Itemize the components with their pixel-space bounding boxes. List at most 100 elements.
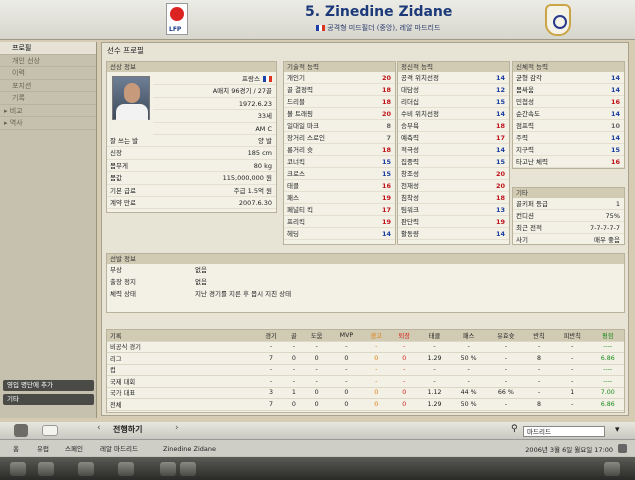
continue-icon[interactable] [618, 444, 627, 453]
mail-icon[interactable] [42, 425, 58, 436]
stats-cell: 전체 [107, 398, 257, 411]
stats-cell: - [486, 364, 526, 376]
attribute-value: 15 [381, 170, 391, 178]
exit-icon[interactable] [604, 462, 620, 476]
attribute-value: 19 [381, 194, 391, 202]
attribute-value: 8 [386, 122, 391, 130]
stats-header[interactable]: 태클 [418, 330, 451, 342]
attribute-label: 민첩성 [516, 98, 534, 106]
attribute-row: 장거리 스로인 7 [284, 132, 395, 144]
stats-cell: ---- [591, 341, 624, 353]
sidebar-item[interactable]: ▸ 비교 [0, 105, 96, 117]
attribute-row: 창조성 20 [398, 168, 509, 180]
attribute-row: 점프력 10 [513, 120, 624, 132]
stats-header[interactable]: 패스 [450, 330, 487, 342]
sidebar-item[interactable]: 이력 [0, 67, 96, 80]
attribute-row: 예측력 17 [398, 132, 509, 144]
calendar-icon[interactable] [160, 462, 176, 476]
profile-panel: 선수 프로필 선상 정보 프랑스 A매치 96경기 / 27골 1972.6.23 3… [101, 42, 629, 416]
add-shortlist-button[interactable]: 영입 명단에 추가 [3, 380, 94, 391]
more-button[interactable]: 기타 [3, 394, 94, 405]
attribute-label: 창조성 [401, 170, 419, 178]
breadcrumb-item[interactable]: 레알 마드리드 [97, 444, 141, 454]
breadcrumb-item[interactable]: 스페인 [62, 444, 86, 454]
attribute-value: 18 [381, 146, 391, 154]
stats-header[interactable]: 경고 [362, 330, 391, 342]
stats-header[interactable]: 도움 [302, 330, 331, 342]
sidebar-item[interactable]: ▸ 역사 [0, 117, 96, 130]
panel-title: 선수 프로필 [107, 46, 144, 55]
attribute-row: 사기 매우 좋음 [513, 234, 624, 246]
stats-cell: 7.00 [591, 387, 624, 399]
attribute-row: 침착성 18 [398, 192, 509, 204]
selection-label: 부상 [110, 266, 122, 274]
stats-header[interactable]: 피반칙 [553, 330, 592, 342]
league-logo: LFP [166, 3, 188, 35]
stats-cell: 8 [525, 352, 554, 365]
stats-header[interactable]: 경기 [257, 330, 286, 342]
attribute-row: 일대일 마크 8 [284, 120, 395, 132]
attribute-value: 7-7-7-7-7 [589, 224, 620, 232]
team-icon[interactable] [38, 462, 54, 476]
stats-header[interactable]: 반칙 [525, 330, 554, 342]
continue-button[interactable]: 전행하기 [110, 425, 145, 435]
technical-box: 기술적 능력 개인기 20 골 결정력 18 드리블 18 볼 트래핑 20 일대일 마크 8 장거리… [283, 61, 396, 245]
attribute-label: 승부욕 [401, 122, 419, 130]
attribute-row: 순간속도 14 [513, 108, 624, 120]
sidebar-item[interactable]: 기록 [0, 92, 96, 105]
stats-cell: - [553, 352, 592, 365]
computer-icon[interactable] [10, 462, 26, 476]
attribute-value: 18 [495, 122, 505, 130]
france-flag-icon [263, 76, 272, 82]
settings-icon[interactable]: ▾ [612, 425, 623, 435]
stats-header[interactable]: 골 [285, 330, 303, 342]
stats-header[interactable]: 퇴장 [390, 330, 419, 342]
stats-header[interactable]: 유효슛 [486, 330, 526, 342]
stats-cell: 1.29 [418, 352, 451, 365]
info-value: 1972.6.23 [238, 99, 272, 108]
attribute-value: 10 [610, 122, 620, 130]
stats-table: 기록 경기 골 도움 MVP 경고 퇴장 태클 패스 유효슛 반칙 피반칙 평점 비공식 경기 - - - - - -… [107, 330, 624, 411]
attribute-value: 14 [495, 110, 505, 118]
stats-cell: - [285, 341, 303, 353]
sidebar-item[interactable]: 포지션 [0, 80, 96, 92]
forward-arrow-icon[interactable]: › [172, 423, 182, 433]
attribute-row: 팀워크 13 [398, 204, 509, 216]
attribute-label: 공격 위치선정 [401, 74, 439, 82]
stats-cell: 0 [362, 352, 391, 365]
stats-cell: 국제 대회 [107, 375, 257, 388]
attribute-row: 활동량 14 [398, 228, 509, 240]
stats-cell: 0 [285, 398, 303, 411]
stats-cell: - [390, 375, 419, 388]
breadcrumb-item[interactable]: Zinedine Zidane [160, 444, 219, 454]
stats-cell: - [525, 341, 554, 353]
stats-header[interactable]: 기록 [107, 330, 257, 342]
world-icon[interactable] [180, 462, 196, 476]
attribute-value: 12 [495, 86, 505, 94]
breadcrumb-item[interactable]: 홈 [10, 444, 22, 454]
table-row: 국제 대회 - - - - - - - - - - - ---- [107, 375, 624, 388]
info-row: 계약 만료 2007.6.30 [107, 197, 276, 210]
table-row: 리그 7 0 0 0 0 0 1.29 50 % -8-6.86 [107, 352, 624, 365]
transfer-icon[interactable] [78, 462, 94, 476]
attribute-value: 20 [495, 170, 505, 178]
stats-cell: 8 [525, 398, 554, 411]
stats-header[interactable]: 평점 [591, 330, 624, 342]
breadcrumb-item[interactable]: 유럽 [34, 444, 52, 454]
stats-header[interactable]: MVP [330, 330, 363, 342]
attribute-label: 점프력 [516, 122, 534, 130]
attribute-value: 15 [610, 146, 620, 154]
manager-icon[interactable] [14, 424, 28, 437]
attribute-label: 일대일 마크 [287, 122, 319, 130]
news-icon[interactable] [118, 462, 134, 476]
sidebar-item[interactable]: 개인 선상 [0, 55, 96, 67]
info-row: AM C [153, 123, 276, 135]
attribute-row: 지구력 15 [513, 144, 624, 156]
info-label: 몸값 [110, 174, 122, 183]
back-arrow-icon[interactable]: ‹ [94, 423, 104, 433]
stats-cell: - [418, 364, 451, 376]
search-input[interactable]: 마드리드 [523, 426, 605, 437]
attribute-row: 골키퍼 등급 1 [513, 198, 624, 210]
attribute-label: 볼 트래핑 [287, 110, 313, 118]
sidebar-item[interactable]: 프로필 [0, 42, 96, 55]
